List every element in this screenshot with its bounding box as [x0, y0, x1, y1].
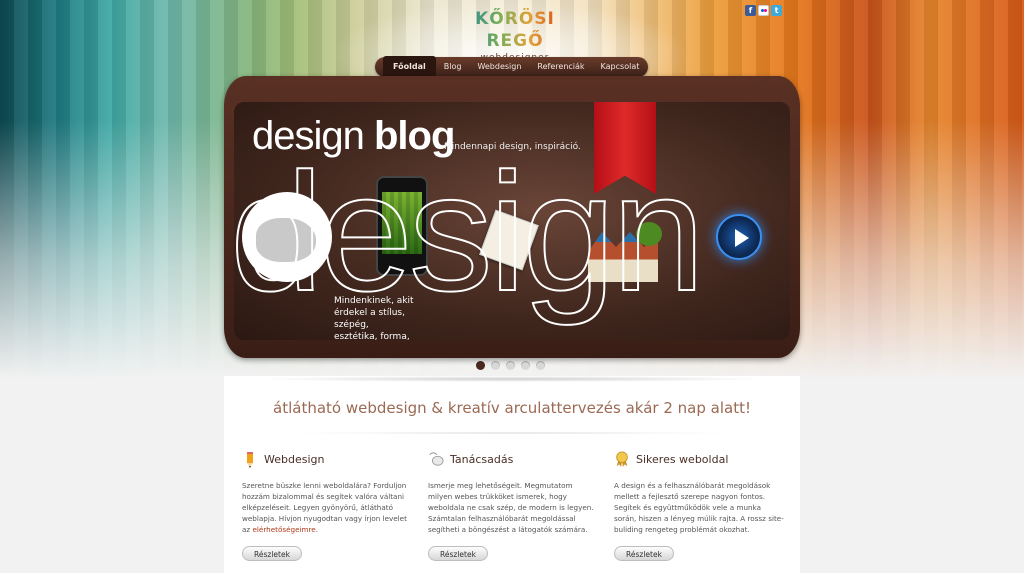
slider-dot[interactable] [506, 361, 515, 370]
nav-item-fooldal[interactable]: Főoldal [383, 55, 436, 78]
feature-webdesign: Webdesign Szeretne büszke lenni weboldal… [242, 449, 412, 561]
banner-big-word: design [234, 138, 706, 326]
slider-dot[interactable] [521, 361, 530, 370]
play-icon[interactable] [716, 214, 762, 260]
site-logo[interactable]: KŐRÖSI REGŐ webdesigner [470, 8, 560, 63]
slider-dot[interactable] [476, 361, 485, 370]
slider-dots [476, 361, 545, 370]
nav-item-referenciak[interactable]: Referenciák [529, 57, 592, 77]
divider [254, 376, 770, 382]
feature-title: Sikeres weboldal [636, 452, 729, 466]
banner-title-bold: blog [374, 114, 455, 158]
banner-text: Mindenkinek, akit érdekel a stílus, szép… [334, 296, 414, 340]
facebook-icon[interactable]: f [745, 5, 756, 16]
award-icon [614, 450, 630, 468]
details-button[interactable]: Részletek [428, 546, 488, 561]
mouse-icon [428, 450, 444, 468]
main-nav: Főoldal Blog Webdesign Referenciák Kapcs… [375, 55, 648, 78]
banner-tagline: Mindennapi design, inspiráció. [444, 142, 581, 152]
pencil-icon [242, 450, 258, 468]
nav-item-blog[interactable]: Blog [436, 57, 470, 77]
feature-title: Tanácsadás [450, 452, 514, 466]
banner-title: design blog [252, 114, 455, 159]
social-links: f t [745, 5, 782, 16]
logo-name: KŐRÖSI REGŐ [470, 8, 560, 52]
feature-sikeres-weboldal: Sikeres weboldal A design és a felhaszná… [614, 449, 784, 561]
banner-slide[interactable]: design design blog Mindennapi design, in… [234, 102, 790, 340]
slogan: átlátható webdesign & kreatív arculatter… [273, 399, 751, 417]
slider-dot[interactable] [491, 361, 500, 370]
slider-dot[interactable] [536, 361, 545, 370]
nav-item-kapcsolat[interactable]: Kapcsolat [593, 57, 648, 77]
divider [290, 432, 734, 434]
details-button[interactable]: Részletek [614, 546, 674, 561]
contact-link[interactable]: elérhetőségeimre [252, 525, 315, 534]
feature-text: A design és a felhasználóbarát megoldáso… [614, 481, 784, 534]
feature-title: Webdesign [264, 452, 325, 466]
feature-tanacsadas: Tanácsadás Ismerje meg lehetőségeit. Meg… [428, 449, 598, 561]
details-button[interactable]: Részletek [242, 546, 302, 561]
nav-item-webdesign[interactable]: Webdesign [469, 57, 529, 77]
feature-text: Ismerje meg lehetőségeit. Megmutatom mil… [428, 481, 594, 534]
twitter-icon[interactable]: t [771, 5, 782, 16]
feature-text: Szeretne büszke lenni weboldalára? Fordu… [242, 481, 407, 534]
banner-title-light: design [252, 114, 365, 158]
flickr-icon[interactable] [758, 5, 769, 16]
